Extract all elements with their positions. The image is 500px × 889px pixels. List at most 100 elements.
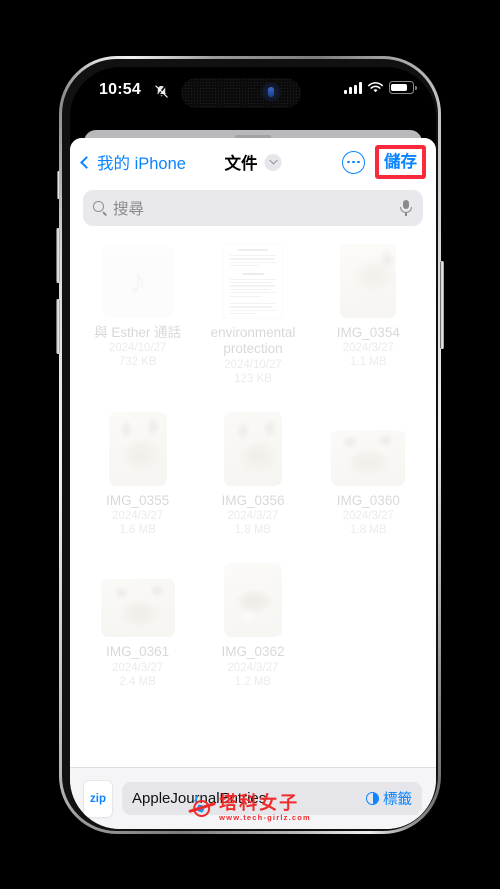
dynamic-island — [181, 78, 301, 108]
file-size: 1.8 MB — [350, 524, 387, 537]
file-caption: IMG_0361 2024/3/27 2.4 MB — [106, 644, 169, 689]
mute-switch-button[interactable] — [57, 171, 60, 199]
file-caption: IMG_0360 2024/3/27 1.8 MB — [337, 493, 400, 538]
microphone-icon[interactable] — [399, 199, 413, 217]
cat-photo-thumbnail — [223, 411, 282, 486]
filename-input[interactable]: AppleJournalEntries — [132, 790, 366, 807]
page-title: 文件 — [224, 155, 258, 173]
folder-title-menu[interactable]: 文件 — [225, 150, 282, 174]
file-size: 123 KB — [234, 372, 272, 385]
file-grid: ♪ 與 Esther 通話 2024/10/27 732 KB environm… — [70, 234, 436, 689]
document-picker-sheet: 我的 iPhone 文件 儲存 搜尋 ♪ 與 Esther 通話 2024/10… — [70, 138, 436, 829]
file-caption: IMG_0362 2024/3/27 1.2 MB — [221, 644, 284, 689]
volume-down-button[interactable] — [56, 299, 60, 354]
file-thumbnail — [329, 408, 407, 486]
file-thumbnail — [214, 408, 292, 486]
save-bottom-bar: zip AppleJournalEntries 標籤 — [70, 767, 436, 829]
file-item[interactable]: IMG_0355 2024/3/27 1.6 MB — [80, 408, 195, 538]
ellipsis-dot — [357, 160, 360, 164]
power-button[interactable] — [440, 261, 444, 349]
cat-photo-thumbnail — [108, 411, 167, 486]
phone-frame: 10:54 我的 iPhone 文件 儲存 搜尋 ♪ 與 Esther 通話 2… — [56, 56, 444, 834]
volume-up-button[interactable] — [56, 228, 60, 283]
file-size: 1.1 MB — [350, 356, 387, 369]
cat-photo-thumbnail — [331, 429, 406, 486]
file-thumbnail — [329, 240, 407, 318]
cat-photo-thumbnail — [340, 244, 397, 318]
file-item[interactable]: ♪ 與 Esther 通話 2024/10/27 732 KB — [80, 240, 195, 386]
tags-button-label: 標籤 — [383, 792, 412, 808]
file-caption: environmental protection 2024/10/27 123 … — [195, 325, 310, 386]
file-caption: IMG_0356 2024/3/27 1.8 MB — [221, 493, 284, 538]
file-name: IMG_0355 — [106, 492, 170, 508]
file-item[interactable]: IMG_0362 2024/3/27 1.2 MB — [195, 559, 310, 689]
file-caption: IMG_0355 2024/3/27 1.6 MB — [106, 493, 169, 538]
file-thumbnail — [214, 240, 292, 318]
file-name: environmental protection — [210, 325, 296, 357]
battery-icon — [389, 81, 417, 94]
file-item[interactable]: IMG_0361 2024/3/27 2.4 MB — [80, 559, 195, 689]
file-date: 2024/10/27 — [108, 342, 167, 355]
file-thumbnail: ♪ — [99, 240, 177, 318]
file-name: IMG_0360 — [336, 492, 400, 508]
bell-slash-icon — [155, 85, 168, 98]
file-name: IMG_0354 — [336, 325, 400, 340]
island-speaker-grille — [181, 78, 301, 108]
screenshot-root: 10:54 我的 iPhone 文件 儲存 搜尋 ♪ 與 Esther 通話 2… — [0, 0, 500, 889]
zip-file-icon: zip — [84, 780, 112, 817]
file-caption: 與 Esther 通話 2024/10/27 732 KB — [94, 325, 181, 370]
ellipsis-dot — [347, 160, 350, 164]
file-thumbnail — [99, 408, 177, 486]
phone-screen: 10:54 我的 iPhone 文件 儲存 搜尋 ♪ 與 Esther 通話 2… — [70, 67, 436, 829]
file-thumbnail — [214, 559, 292, 638]
file-size: 1.6 MB — [119, 524, 156, 537]
file-size: 1.8 MB — [234, 524, 272, 537]
filename-field[interactable]: AppleJournalEntries 標籤 — [122, 782, 422, 815]
navigation-bar-actions: 儲存 — [342, 144, 426, 180]
file-name: IMG_0361 — [106, 644, 170, 660]
status-bar: 10:54 — [70, 67, 436, 119]
phone-bezel: 10:54 我的 iPhone 文件 儲存 搜尋 ♪ 與 Esther 通話 2… — [62, 59, 438, 831]
status-bar-time: 10:54 — [99, 81, 141, 98]
file-grid-scroll-area[interactable]: ♪ 與 Esther 通話 2024/10/27 732 KB environm… — [70, 234, 436, 767]
search-icon — [93, 201, 107, 216]
tags-button[interactable]: 標籤 — [366, 788, 412, 809]
file-date: 2024/3/27 — [227, 661, 279, 674]
file-name: IMG_0362 — [221, 644, 285, 660]
file-date: 2024/3/27 — [342, 342, 394, 355]
file-item[interactable]: environmental protection 2024/10/27 123 … — [195, 240, 310, 386]
ellipsis-circle-icon[interactable] — [342, 150, 365, 174]
back-button-label: 我的 iPhone — [97, 155, 186, 173]
search-input[interactable]: 搜尋 — [113, 197, 399, 219]
file-date: 2024/3/27 — [112, 510, 164, 523]
file-name: IMG_0356 — [221, 492, 285, 508]
document-page-preview — [223, 244, 282, 318]
file-date: 2024/3/27 — [342, 510, 394, 523]
save-button-highlight: 儲存 — [375, 144, 426, 180]
file-caption: IMG_0354 2024/3/27 1.1 MB — [337, 325, 400, 370]
cat-photo-thumbnail — [100, 579, 175, 638]
wifi-icon — [368, 82, 383, 93]
file-size: 732 KB — [118, 356, 157, 369]
file-date: 2024/3/27 — [112, 661, 164, 674]
status-bar-indicators — [344, 81, 417, 94]
file-thumbnail — [99, 559, 177, 638]
file-item[interactable]: IMG_0354 2024/3/27 1.1 MB — [311, 240, 426, 386]
file-date: 2024/10/27 — [224, 358, 282, 371]
chevron-down-icon[interactable] — [264, 153, 282, 171]
front-camera-icon — [261, 82, 281, 102]
cat-photo-thumbnail — [223, 563, 282, 638]
file-item[interactable]: IMG_0356 2024/3/27 1.8 MB — [195, 408, 310, 538]
music-note-icon: ♪ — [100, 244, 175, 318]
search-field[interactable]: 搜尋 — [83, 190, 423, 226]
ellipsis-dot — [352, 160, 355, 164]
save-button[interactable]: 儲存 — [384, 154, 417, 171]
file-date: 2024/3/27 — [227, 510, 279, 523]
file-size: 1.2 MB — [234, 675, 272, 688]
back-button[interactable]: 我的 iPhone — [80, 150, 186, 174]
file-size: 2.4 MB — [119, 675, 156, 688]
search-bar-container: 搜尋 — [70, 186, 436, 233]
file-name: 與 Esther 通話 — [94, 325, 182, 340]
file-item[interactable]: IMG_0360 2024/3/27 1.8 MB — [311, 408, 426, 538]
cellular-bars-icon — [344, 82, 362, 94]
